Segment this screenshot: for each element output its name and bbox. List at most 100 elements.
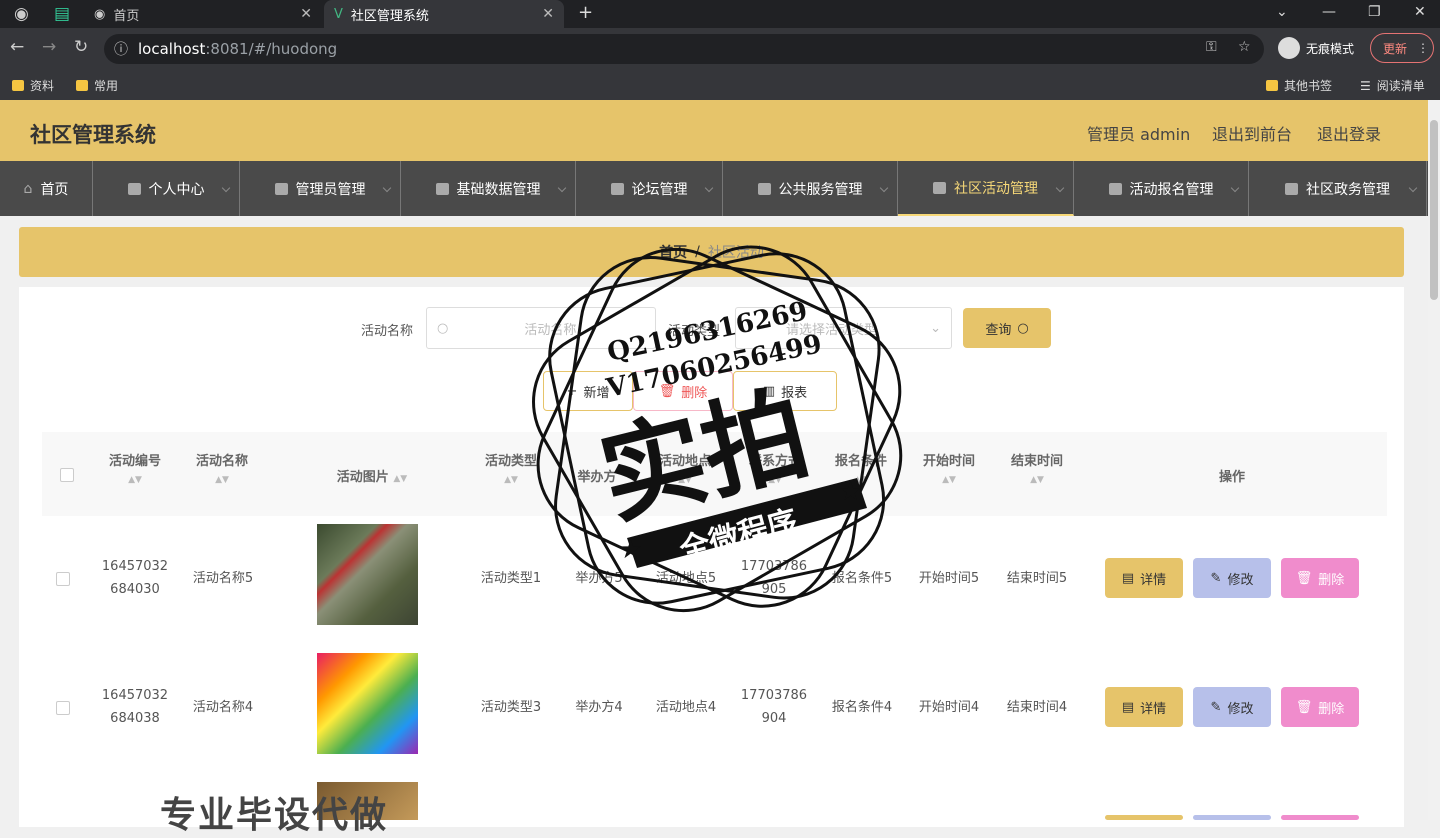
select-all-checkbox[interactable] xyxy=(60,468,74,482)
menu-item-home[interactable]: ⌂ 首页 xyxy=(0,161,93,216)
send-icon xyxy=(610,182,624,195)
menu-label: 个人中心 xyxy=(148,181,205,198)
menu-item-profile[interactable]: 个人中心 xyxy=(93,161,240,216)
chevron-down-icon[interactable]: ⌄ xyxy=(1276,4,1288,20)
globe-icon: ◉ xyxy=(94,6,106,22)
forward-icon[interactable]: → xyxy=(42,37,56,57)
query-button[interactable]: 查询 ○ xyxy=(963,308,1051,348)
sort-icon[interactable]: ▲▼ xyxy=(740,475,810,485)
cell-end: 结束时间5 xyxy=(1006,571,1068,586)
reading-list[interactable]: ☰ 阅读清单 xyxy=(1360,77,1425,94)
content-panel xyxy=(19,287,1404,827)
scrollbar-thumb[interactable] xyxy=(1430,120,1438,300)
more-icon[interactable]: ⋮ xyxy=(1417,41,1429,55)
update-button[interactable]: 更新 ⋮ xyxy=(1370,33,1434,63)
main-menu: ⌂ 首页 个人中心 管理员管理 基础数据管理 论坛管理 公共服务管理 社区活动管理… xyxy=(0,161,1428,216)
menu-item-affairs[interactable]: 社区政务管理 xyxy=(1249,161,1427,216)
restore-icon[interactable]: ❐ xyxy=(1368,4,1381,20)
menu-item-forum[interactable]: 论坛管理 xyxy=(576,161,723,216)
user-icon xyxy=(274,182,288,195)
minimize-icon[interactable]: — xyxy=(1322,4,1336,20)
col-start[interactable]: 开始时间 ▲▼ xyxy=(914,450,984,485)
add-button[interactable]: + 新增 xyxy=(543,371,633,411)
new-tab-icon[interactable]: + xyxy=(578,2,593,23)
activity-photo[interactable] xyxy=(317,524,418,625)
sort-icon[interactable]: ▲▼ xyxy=(476,475,546,485)
sheet-icon[interactable]: ▤ xyxy=(54,4,70,24)
col-id[interactable]: 活动编号 ▲▼ xyxy=(100,450,170,485)
menu-item-public-service[interactable]: 公共服务管理 xyxy=(723,161,898,216)
sort-icon[interactable]: ▲▼ xyxy=(100,475,170,485)
chevron-down-icon xyxy=(382,183,392,193)
sort-icon[interactable]: ▲▼ xyxy=(187,475,257,485)
row-checkbox[interactable] xyxy=(56,572,70,586)
bookmark-folder[interactable]: 其他书签 xyxy=(1266,77,1332,94)
close-window-icon[interactable]: ✕ xyxy=(1414,4,1426,20)
globe-icon[interactable]: ◉ xyxy=(14,4,29,24)
menu-label: 论坛管理 xyxy=(631,181,688,198)
detail-button[interactable] xyxy=(1105,815,1183,820)
detail-button[interactable]: ▤ 详情 xyxy=(1105,558,1183,598)
activity-photo[interactable] xyxy=(317,653,418,754)
star-icon[interactable]: ☆ xyxy=(1238,39,1251,55)
menu-label: 首页 xyxy=(40,181,69,198)
sort-icon[interactable]: ▲▼ xyxy=(914,475,984,485)
cell-start: 开始时间5 xyxy=(918,571,980,586)
edit-button[interactable] xyxy=(1193,815,1271,820)
type-select[interactable]: 请选择活动类型 ⌄ xyxy=(735,307,952,349)
vue-icon: V xyxy=(334,6,343,22)
cell-name: 活动名称5 xyxy=(192,571,254,586)
tab-home[interactable]: ◉ 首页 ✕ xyxy=(84,0,322,28)
bookmark-folder[interactable]: 常用 xyxy=(76,77,118,94)
url-field[interactable]: ⓘ localhost:8081/#/huodong ⚿ ☆ xyxy=(104,34,1264,64)
incognito-indicator[interactable]: 无痕模式 xyxy=(1278,37,1354,59)
reload-icon[interactable]: ↻ xyxy=(74,37,88,57)
col-image[interactable]: 活动图片 ▲▼ xyxy=(312,466,432,485)
menu-item-registration[interactable]: 活动报名管理 xyxy=(1074,161,1249,216)
report-button[interactable]: ▥ 报表 xyxy=(733,371,837,411)
detail-button[interactable]: ▤ 详情 xyxy=(1105,687,1183,727)
info-icon[interactable]: ⓘ xyxy=(114,39,128,59)
search-icon: ○ xyxy=(1017,320,1029,336)
watermark-bottom-text: 专业毕设代做 xyxy=(160,795,389,836)
sort-icon[interactable]: ▲▼ xyxy=(393,474,407,484)
delete-button[interactable]: 🗑 删除 xyxy=(1281,687,1359,727)
col-place[interactable]: 活动地点 ▲▼ xyxy=(650,450,720,485)
col-phone[interactable]: 联系方式 ▲▼ xyxy=(740,450,810,485)
row-checkbox[interactable] xyxy=(56,701,70,715)
cell-condition: 报名条件5 xyxy=(831,571,893,586)
cell-condition: 报名条件4 xyxy=(831,700,893,715)
sort-icon[interactable]: ▲▼ xyxy=(1002,475,1072,485)
tab-app[interactable]: V 社区管理系统 ✕ xyxy=(324,0,564,28)
menu-item-admins[interactable]: 管理员管理 xyxy=(240,161,401,216)
plus-icon: + xyxy=(566,383,578,399)
sort-icon[interactable]: ▲▼ xyxy=(650,475,720,485)
menu-item-basic-data[interactable]: 基础数据管理 xyxy=(401,161,576,216)
logout-link[interactable]: 退出登录 xyxy=(1317,121,1381,145)
breadcrumb-home[interactable]: 首页 xyxy=(659,242,687,262)
col-host[interactable]: 举办方 xyxy=(562,466,632,485)
back-icon[interactable]: ← xyxy=(10,37,24,57)
col-label: 结束时间 xyxy=(1010,454,1063,469)
close-icon[interactable]: ✕ xyxy=(542,6,554,22)
cell-host: 举办方4 xyxy=(575,700,623,715)
col-end[interactable]: 结束时间 ▲▼ xyxy=(1002,450,1072,485)
delete-button[interactable] xyxy=(1281,815,1359,820)
update-label: 更新 xyxy=(1383,41,1408,56)
bookmark-folder[interactable]: 资料 xyxy=(12,77,54,94)
cell-phone: 17703786 904 xyxy=(735,684,813,730)
cell-id: 16457032 684030 xyxy=(96,555,174,601)
edit-button[interactable]: ✎ 修改 xyxy=(1193,558,1271,598)
edit-button[interactable]: ✎ 修改 xyxy=(1193,687,1271,727)
delete-button[interactable]: 🗑 删除 xyxy=(1281,558,1359,598)
key-icon[interactable]: ⚿ xyxy=(1206,39,1217,55)
batch-delete-button[interactable]: 🗑 删除 xyxy=(633,371,733,411)
col-condition[interactable]: 报名条件 ▲▼ xyxy=(826,450,896,485)
col-name[interactable]: 活动名称 ▲▼ xyxy=(187,450,257,485)
col-type[interactable]: 活动类型 ▲▼ xyxy=(476,450,546,485)
sort-icon[interactable]: ▲▼ xyxy=(826,475,896,485)
front-link[interactable]: 退出到前台 xyxy=(1212,121,1292,145)
close-icon[interactable]: ✕ xyxy=(300,6,312,22)
name-input[interactable]: ○ 活动名称 xyxy=(426,307,656,349)
menu-item-activities[interactable]: 社区活动管理 xyxy=(898,161,1074,216)
